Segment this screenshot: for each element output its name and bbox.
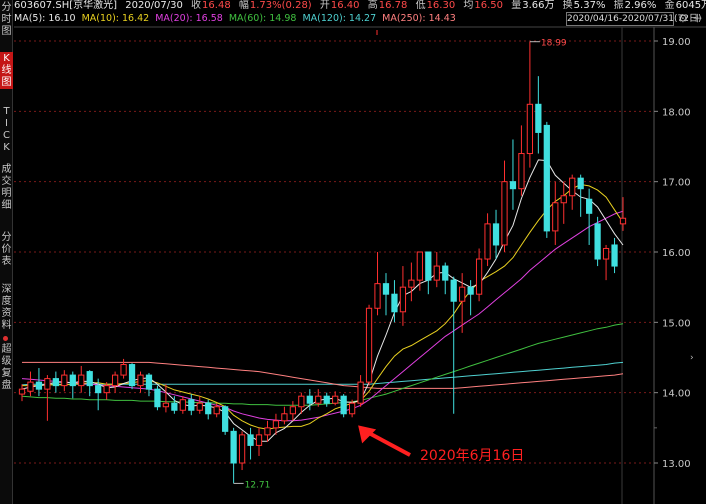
candle-body bbox=[611, 244, 618, 267]
price-tick-label: 14.00 bbox=[662, 389, 691, 400]
candle-body bbox=[188, 399, 195, 411]
price-tick-label: 19.00 bbox=[662, 37, 691, 48]
candle-body bbox=[552, 202, 559, 232]
candle-body bbox=[365, 307, 373, 383]
candle-body bbox=[602, 247, 610, 260]
candle-body bbox=[315, 395, 322, 404]
candle-body bbox=[509, 181, 517, 190]
candle-body bbox=[619, 217, 627, 225]
candle-body bbox=[137, 374, 144, 387]
candle-body bbox=[323, 395, 330, 404]
price-tick-label: 17.00 bbox=[662, 178, 691, 189]
candle-body bbox=[111, 374, 119, 387]
candle-body bbox=[577, 177, 584, 190]
candle-body bbox=[560, 195, 567, 204]
ma60-line bbox=[21, 323, 624, 406]
price-tick-label: 18.00 bbox=[662, 107, 691, 118]
candle-body bbox=[69, 374, 76, 387]
candle-body bbox=[205, 402, 212, 415]
candle-body bbox=[543, 124, 550, 232]
candle-body bbox=[450, 279, 457, 302]
candle-body bbox=[433, 265, 440, 281]
candle-body bbox=[162, 402, 170, 408]
candle-body bbox=[475, 258, 483, 295]
candle-body bbox=[594, 223, 601, 260]
candle-body bbox=[171, 402, 178, 411]
candle-body bbox=[391, 293, 398, 313]
candle-body bbox=[416, 251, 423, 281]
candle-body bbox=[196, 402, 203, 411]
candle-body bbox=[332, 395, 339, 404]
candle-body bbox=[535, 103, 542, 133]
candle-body bbox=[103, 385, 110, 394]
candle-body bbox=[95, 385, 102, 394]
price-tick-label: 16.00 bbox=[662, 248, 691, 259]
candle-body bbox=[399, 286, 407, 313]
candle-body bbox=[289, 406, 296, 415]
candle-body bbox=[120, 364, 127, 376]
candle-body bbox=[569, 177, 576, 197]
ma10-line bbox=[22, 183, 624, 430]
candle-body bbox=[78, 374, 85, 387]
candle-body bbox=[179, 399, 186, 411]
price-tick-label: 15.00 bbox=[662, 318, 691, 329]
candle-body bbox=[44, 378, 51, 390]
candle-body bbox=[18, 388, 26, 395]
candle-body bbox=[272, 420, 280, 429]
candle-body bbox=[281, 413, 288, 422]
candle-body bbox=[518, 153, 525, 190]
candle-body bbox=[61, 374, 68, 387]
candle-body bbox=[459, 286, 466, 302]
candle-body bbox=[128, 364, 136, 387]
kline-chart[interactable]: 19.00 18.00 17.00 16.00 15.00 14.00 13.00 › 18.9… bbox=[0, 0, 706, 504]
candle-body bbox=[425, 251, 432, 281]
candle-body bbox=[154, 388, 161, 408]
candle-body bbox=[255, 434, 263, 446]
candle-body bbox=[145, 374, 153, 390]
annotation-arrow-label: 2020年6月16日 bbox=[420, 448, 524, 464]
candle-body bbox=[306, 395, 313, 404]
candle-body bbox=[357, 381, 364, 404]
candle-body bbox=[35, 381, 43, 390]
candle-body bbox=[340, 395, 347, 415]
candle-body bbox=[408, 279, 415, 288]
candle-body bbox=[247, 434, 254, 446]
candle-body bbox=[213, 406, 220, 415]
candle-body bbox=[501, 181, 508, 246]
candle-body bbox=[442, 265, 449, 281]
ma20-line bbox=[21, 210, 624, 422]
candle-body bbox=[298, 395, 305, 408]
candle-body bbox=[586, 198, 593, 214]
candle-body bbox=[467, 286, 474, 295]
ma5-line bbox=[21, 159, 624, 442]
candle-body bbox=[492, 223, 500, 246]
candle-body bbox=[27, 381, 34, 392]
candle-body bbox=[86, 371, 93, 387]
candle-body bbox=[52, 378, 59, 387]
expand-arrow-icon: › bbox=[690, 353, 694, 363]
candle-body bbox=[264, 427, 271, 436]
candle-body bbox=[222, 406, 229, 432]
candle-body bbox=[526, 103, 534, 155]
candle-body bbox=[382, 283, 390, 295]
price-tick-label: 13.00 bbox=[662, 459, 691, 470]
candle-body bbox=[484, 223, 491, 260]
candle-body bbox=[374, 283, 381, 309]
low-marker-label: 12.71 bbox=[245, 480, 271, 490]
candle-body bbox=[230, 430, 237, 464]
candle-body bbox=[349, 402, 356, 415]
candle-body bbox=[238, 434, 246, 464]
high-marker-label: 18.99 bbox=[541, 39, 567, 49]
